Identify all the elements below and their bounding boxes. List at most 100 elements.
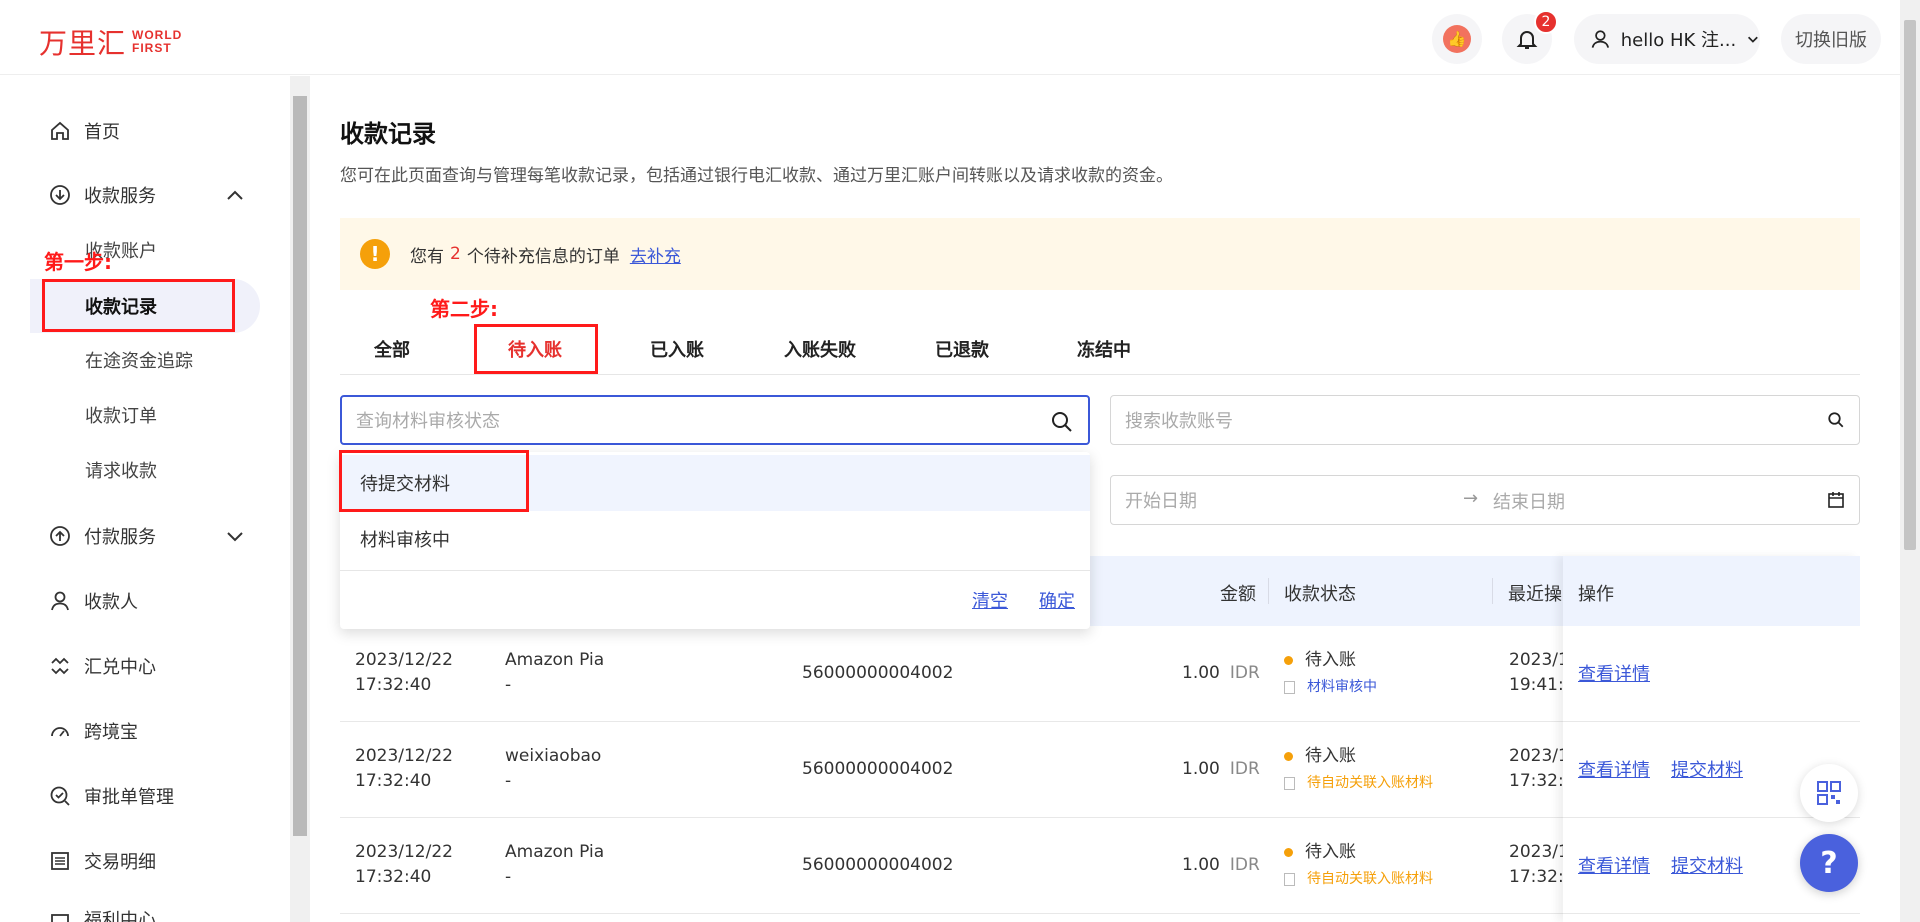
status-dot xyxy=(1284,751,1293,761)
like-button[interactable]: 👍 xyxy=(1432,14,1482,64)
col-recent-op: 最近操 xyxy=(1508,584,1562,605)
end-date-placeholder[interactable]: 结束日期 xyxy=(1493,488,1565,514)
col-operations: 操作 xyxy=(1578,584,1614,605)
upload-circle-icon xyxy=(48,524,72,548)
bell-icon xyxy=(1516,31,1538,49)
sidebar-item-receive-orders[interactable]: 收款订单 xyxy=(85,401,157,429)
clear-button[interactable]: 清空 xyxy=(972,587,1008,613)
annotation-box-step3 xyxy=(339,450,529,512)
sidebar-item-receive-service[interactable]: 收款服务 xyxy=(48,180,156,210)
document-icon xyxy=(1284,681,1295,694)
row-account: 56000000004002 xyxy=(802,759,954,779)
sidebar-item-label: 福利中心 xyxy=(84,910,156,922)
col-amount: 金额 xyxy=(1220,584,1256,605)
document-icon xyxy=(1284,873,1295,886)
start-date-placeholder[interactable]: 开始日期 xyxy=(1125,487,1197,513)
sidebar-item-label: 交易明细 xyxy=(84,852,156,873)
chevron-down-icon xyxy=(1748,36,1759,43)
sidebar-item-cross-border[interactable]: 跨境宝 xyxy=(48,716,138,746)
row-datetime: 2023/12/22 17:32:40 xyxy=(355,650,453,695)
sidebar-item-fx-center[interactable]: 汇兑中心 xyxy=(48,651,156,681)
row-recent-op: 2023/117:32:4 xyxy=(1509,842,1565,887)
row-status: 待入账 材料审核中 xyxy=(1284,648,1377,700)
sidebar-item-label: 付款服务 xyxy=(84,527,156,548)
sidebar-item-label: 跨境宝 xyxy=(84,722,138,743)
confirm-button[interactable]: 确定 xyxy=(1039,587,1075,613)
account-search-input[interactable]: 搜索收款账号 xyxy=(1110,395,1860,445)
annotation-box-step2 xyxy=(474,324,598,374)
sidebar-scrollbar[interactable] xyxy=(290,76,310,922)
chevron-up-icon[interactable] xyxy=(226,188,244,202)
table-row: 2023/12/22 17:32:40 Amazon Pia - 560000000… xyxy=(340,818,1565,914)
operations-row: 查看详情 xyxy=(1563,626,1860,722)
annotation-box-step1 xyxy=(42,279,235,332)
sidebar-item-approval[interactable]: 审批单管理 xyxy=(48,781,174,811)
view-details-link[interactable]: 查看详情 xyxy=(1578,852,1650,878)
logo-text-en: WORLD FIRST xyxy=(132,28,183,55)
notification-badge: 2 xyxy=(1534,10,1558,34)
row-datetime: 2023/12/22 17:32:40 xyxy=(355,842,453,887)
submit-materials-link[interactable]: 提交材料 xyxy=(1671,852,1743,878)
notification-button[interactable]: 2 xyxy=(1502,10,1558,64)
sidebar-item-pay-service[interactable]: 付款服务 xyxy=(48,521,156,551)
annotation-step2: 第二步: xyxy=(430,297,498,321)
view-details-link[interactable]: 查看详情 xyxy=(1578,756,1650,782)
tab-received[interactable]: 已入账 xyxy=(650,336,704,362)
list-icon xyxy=(48,849,72,873)
date-range-picker[interactable]: 开始日期 → 结束日期 xyxy=(1110,475,1860,525)
tab-refunded[interactable]: 已退款 xyxy=(935,336,989,362)
pending-info-notice: ! 您有 2 个待补充信息的订单 去补充 xyxy=(340,218,1860,290)
tab-failed[interactable]: 入账失败 xyxy=(784,336,856,362)
submit-materials-link[interactable]: 提交材料 xyxy=(1671,756,1743,782)
search-icon[interactable] xyxy=(1827,411,1845,429)
search-icon[interactable] xyxy=(1050,410,1074,434)
row-account: 56000000004002 xyxy=(802,855,954,875)
view-details-link[interactable]: 查看详情 xyxy=(1578,660,1650,686)
arrow-right-icon: → xyxy=(1463,488,1479,509)
check-search-icon xyxy=(48,784,72,808)
page-scrollbar-thumb[interactable] xyxy=(1904,20,1916,550)
row-amount: 1.00 IDR xyxy=(1182,759,1260,779)
row-status: 待入账 待自动关联入账材料 xyxy=(1284,744,1433,796)
material-status-filter[interactable]: 查询材料审核状态 xyxy=(340,395,1090,445)
sidebar-item-transactions[interactable]: 交易明细 xyxy=(48,846,156,876)
row-amount: 1.00 IDR xyxy=(1182,855,1260,875)
pending-count: 2 xyxy=(450,244,461,264)
account-search-placeholder: 搜索收款账号 xyxy=(1125,411,1233,432)
calendar-icon[interactable] xyxy=(1827,491,1845,509)
row-amount: 1.00 IDR xyxy=(1182,663,1260,683)
tab-all[interactable]: 全部 xyxy=(374,336,410,362)
row-payer: Amazon Pia - xyxy=(505,650,605,695)
qr-code-button[interactable] xyxy=(1800,764,1858,822)
user-menu[interactable]: hello HK 注... xyxy=(1574,14,1760,64)
sidebar-item-partial[interactable]: 福利中心 xyxy=(48,906,156,922)
sidebar-scrollbar-thumb[interactable] xyxy=(293,96,307,836)
col-divider xyxy=(1492,578,1493,604)
table-row: 2023/12/22 17:32:40 weixiaobao - 560000000… xyxy=(340,722,1565,818)
thumbs-up-icon: 👍 xyxy=(1443,25,1471,53)
sidebar-item-transit-tracking[interactable]: 在途资金追踪 xyxy=(85,346,193,374)
sidebar-item-home[interactable]: 首页 xyxy=(48,116,120,146)
col-divider xyxy=(1268,578,1269,604)
supplement-link[interactable]: 去补充 xyxy=(630,242,681,267)
document-icon xyxy=(1284,777,1295,790)
worldfirst-logo[interactable]: 万里汇 WORLD FIRST xyxy=(39,22,182,62)
chevron-down-icon[interactable] xyxy=(226,530,244,544)
help-button[interactable]: ? xyxy=(1800,834,1858,892)
page-scrollbar[interactable] xyxy=(1900,0,1920,922)
switch-old-version-button[interactable]: 切换旧版 xyxy=(1781,14,1881,64)
col-status: 收款状态 xyxy=(1284,584,1356,605)
user-icon xyxy=(1591,30,1609,48)
operations-header: 操作 xyxy=(1563,556,1860,626)
annotation-step1: 第一步: xyxy=(44,250,112,274)
warning-icon: ! xyxy=(360,239,390,269)
row-account: 56000000004002 xyxy=(802,663,954,683)
tab-frozen[interactable]: 冻结中 xyxy=(1077,336,1131,362)
status-dot xyxy=(1284,655,1293,665)
sidebar-item-payee[interactable]: 收款人 xyxy=(48,586,138,616)
top-header: 万里汇 WORLD FIRST 👍 2 hello HK 注... 切换旧版 xyxy=(0,0,1920,75)
sidebar-item-request-payment[interactable]: 请求收款 xyxy=(85,456,157,484)
row-status: 待入账 待自动关联入账材料 xyxy=(1284,840,1433,892)
material-status-placeholder: 查询材料审核状态 xyxy=(356,411,500,432)
dropdown-option-under-review[interactable]: 材料审核中 xyxy=(340,511,1090,567)
